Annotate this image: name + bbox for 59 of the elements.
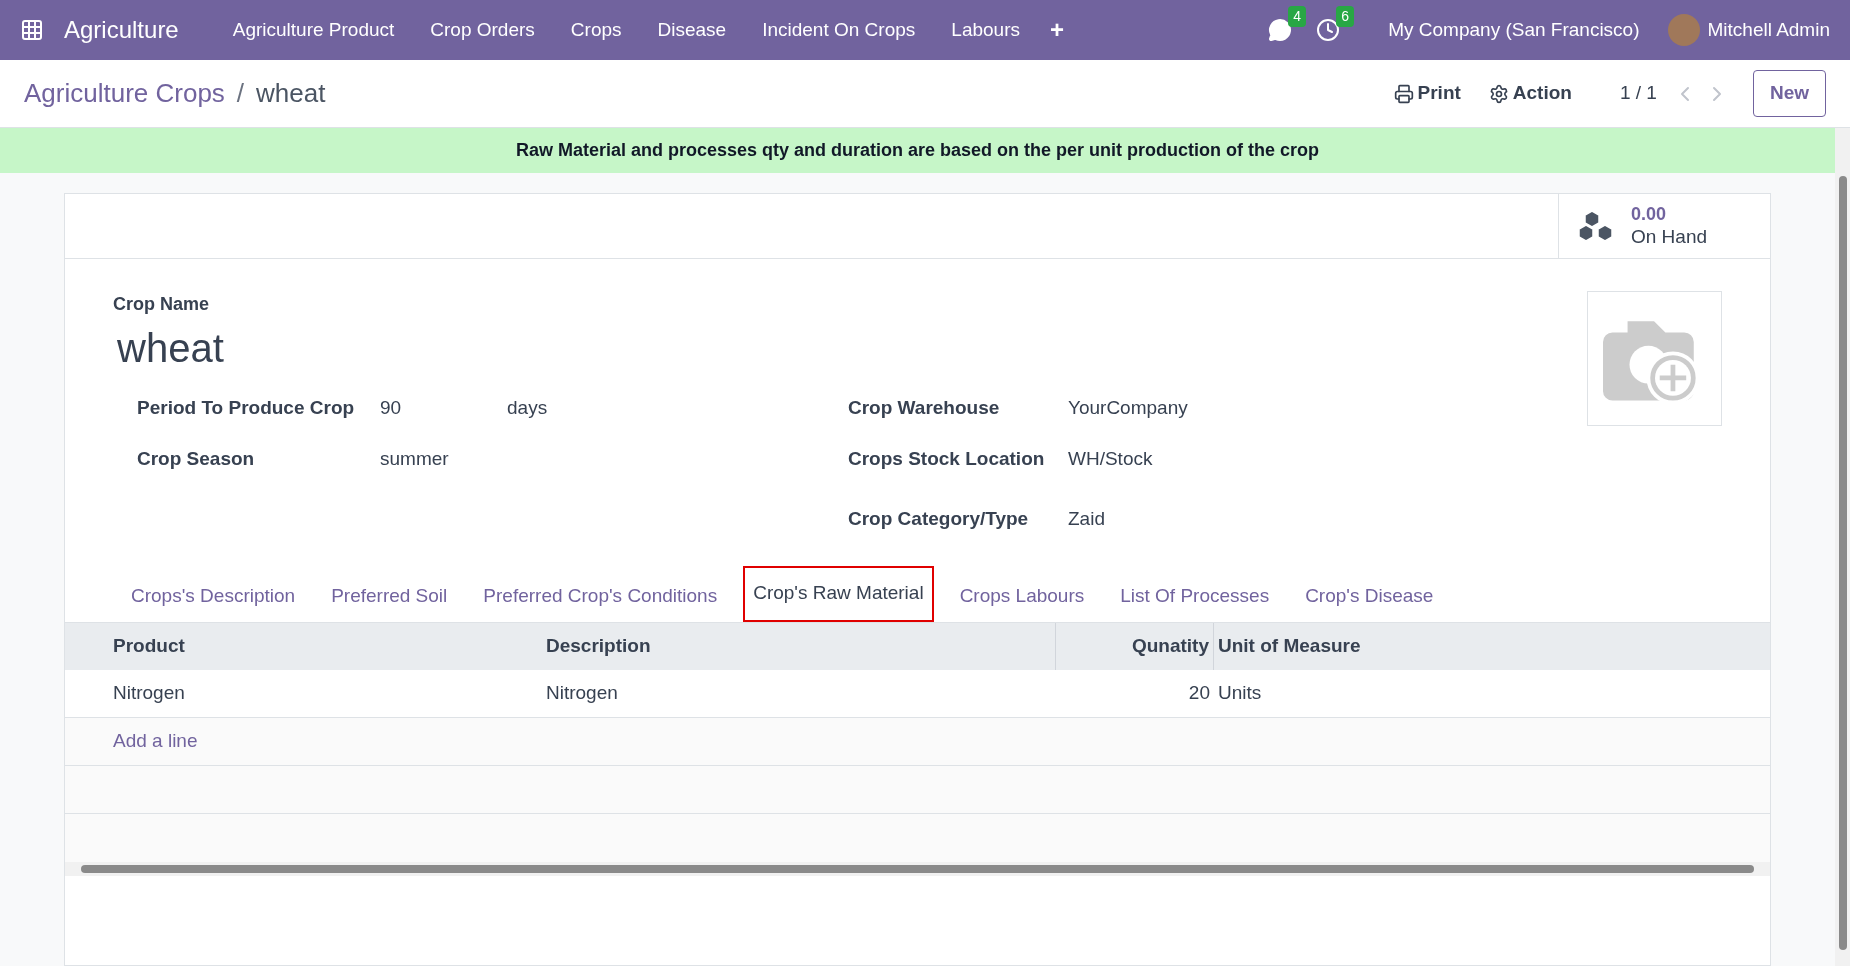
add-line-link[interactable]: Add a line: [113, 726, 198, 756]
form-tab[interactable]: Preferred Crop's Conditions: [465, 571, 736, 622]
column-header[interactable]: Unit of Measure: [1214, 631, 1770, 661]
record-title: wheat: [256, 77, 326, 110]
field-label: Crop Warehouse: [848, 396, 1001, 420]
chat-icon[interactable]: [1268, 18, 1293, 42]
column-header[interactable]: Product: [65, 631, 538, 661]
form-tab[interactable]: List Of Processes: [1102, 571, 1288, 622]
vertical-scrollbar[interactable]: [1835, 128, 1850, 966]
action-button[interactable]: Action: [1488, 79, 1572, 108]
field-value[interactable]: summer: [380, 444, 507, 473]
table-cell-text: Nitrogen: [545, 680, 619, 705]
on-hand-value: 0.00: [1631, 202, 1667, 226]
gear-icon: [1488, 83, 1509, 104]
menu-item[interactable]: Labours: [933, 0, 1038, 60]
pager-value[interactable]: 1 / 1: [1619, 79, 1657, 108]
menu-item[interactable]: Agriculture Product: [214, 0, 413, 60]
field-label: Crops Stock Location: [848, 446, 1046, 471]
breadcrumb-link[interactable]: Agriculture Crops: [24, 74, 225, 113]
printer-icon: [1393, 83, 1414, 104]
field-value[interactable]: YourCompany: [1068, 394, 1188, 423]
field-label: Crop Season: [137, 446, 256, 471]
on-hand-label: On Hand: [1631, 225, 1708, 250]
table-cell-text: Units: [1217, 680, 1263, 705]
menu-item[interactable]: Disease: [639, 0, 745, 60]
column-header[interactable]: Qunatity: [1056, 622, 1214, 670]
form-tab[interactable]: Crops's Description: [113, 571, 314, 622]
field-label: Crop Name: [113, 293, 211, 316]
form-tab[interactable]: Crop's Disease: [1287, 571, 1452, 622]
activity-count-badge: 6: [1336, 6, 1354, 27]
app-menu-icon[interactable]: [20, 18, 44, 42]
company-switcher[interactable]: My Company (San Francisco): [1388, 15, 1640, 45]
form-tab[interactable]: Preferred Soil: [313, 571, 466, 622]
add-menu-button[interactable]: +: [1038, 12, 1076, 48]
app-name[interactable]: Agriculture: [64, 12, 179, 48]
field-label: Crop Category/Type: [848, 507, 1030, 531]
image-upload-placeholder[interactable]: [1587, 291, 1722, 426]
field-value[interactable]: 90: [380, 394, 507, 423]
field-value[interactable]: Zaid: [1068, 505, 1105, 534]
activity-clock-icon[interactable]: [1316, 18, 1341, 42]
menu-item[interactable]: Crop Orders: [412, 0, 553, 60]
field-value[interactable]: WH/Stock: [1068, 444, 1153, 473]
user-name[interactable]: Mitchell Admin: [1707, 15, 1830, 45]
on-hand-stat-button[interactable]: 0.00 On Hand: [1558, 194, 1770, 258]
field-label: Period To Produce Crop: [137, 396, 356, 420]
form-tab[interactable]: Crops Labours: [941, 571, 1103, 622]
field-unit: days: [507, 396, 548, 420]
crop-name-field[interactable]: wheat: [117, 318, 1587, 378]
table-cell-text: 20: [1187, 680, 1211, 705]
print-button[interactable]: Print: [1393, 79, 1461, 108]
column-header[interactable]: Description: [538, 622, 1056, 670]
message-count-badge: 4: [1288, 6, 1306, 27]
new-button[interactable]: New: [1752, 70, 1826, 117]
form-tab[interactable]: Crop's Raw Material: [743, 565, 934, 622]
menu-item[interactable]: Crops: [552, 0, 640, 60]
table-cell-text: Nitrogen: [112, 680, 186, 705]
breadcrumb-separator: /: [236, 77, 245, 110]
menu-item[interactable]: Incident On Crops: [744, 0, 934, 60]
info-banner: Raw Material and processes qty and duration are based on the per unit production of the crop: [0, 128, 1835, 173]
